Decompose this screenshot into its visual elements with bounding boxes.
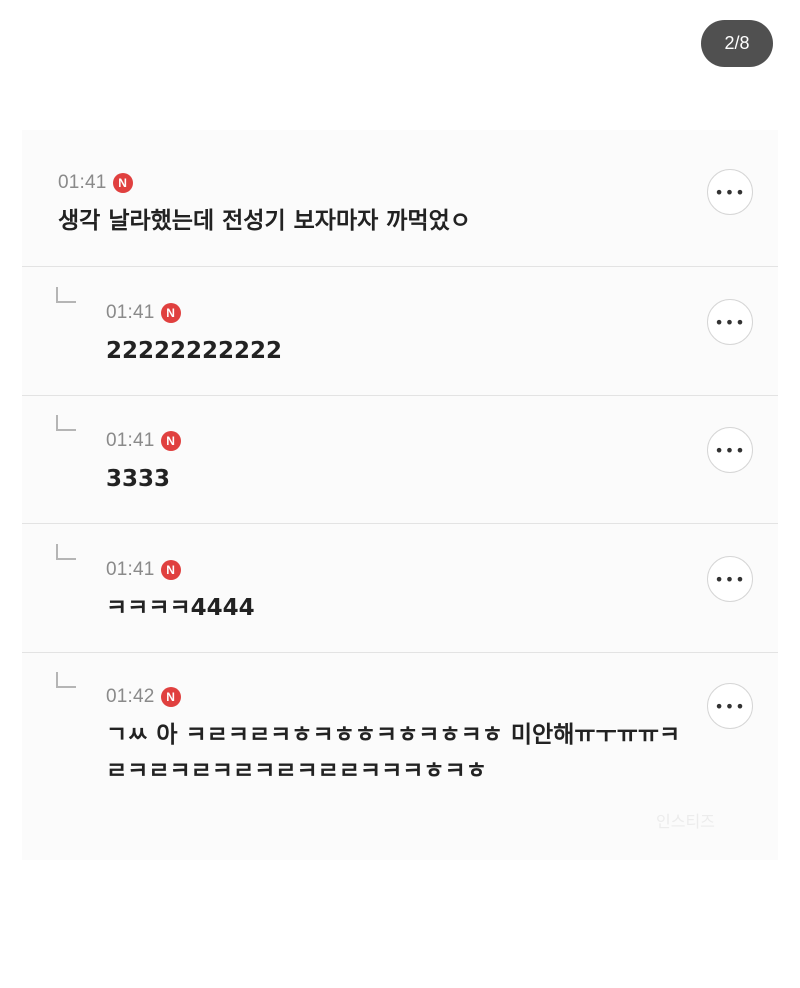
reply-arrow-icon xyxy=(56,544,76,560)
comment-time: 01:41 xyxy=(106,302,155,323)
comment-item: 01:41 N 생각 날라했는데 전성기 보자마자 까먹었ㅇ ••• xyxy=(22,130,778,267)
more-options-button[interactable]: ••• xyxy=(707,299,753,345)
new-badge-icon: N xyxy=(160,303,181,323)
reply-arrow-icon xyxy=(56,672,76,688)
comment-text: ㅋㅋㅋㅋ4444 xyxy=(106,595,255,621)
more-options-button[interactable]: ••• xyxy=(707,556,753,602)
new-badge-icon: N xyxy=(160,560,181,580)
comment-time: 01:42 xyxy=(106,686,155,707)
more-options-button[interactable]: ••• xyxy=(707,427,753,473)
comment-meta: 01:41 N xyxy=(106,300,181,326)
new-badge-icon: N xyxy=(112,173,133,193)
comment-text: 생각 날라했는데 전성기 보자마자 까먹었ㅇ xyxy=(58,208,471,234)
comment-text: ㄱㅆ 아 ㅋㄹㅋㄹㅋㅎㅋㅎㅎㅋㅎㅋㅎㅋㅎ 미안해ㅠㅜㅠㅠㅋㄹㅋㄹㅋㄹㅋㄹㅋㄹㅋㄹ… xyxy=(106,722,681,784)
comment-text: 3333 xyxy=(106,466,171,492)
reply-arrow-icon xyxy=(56,415,76,431)
page-counter: 2/8 xyxy=(701,20,773,67)
reply-item: 01:41 N ㅋㅋㅋㅋ4444 ••• xyxy=(22,524,778,653)
comment-time: 01:41 xyxy=(106,559,155,580)
comment-meta: 01:42 N xyxy=(106,684,181,710)
comment-meta: 01:41 N xyxy=(106,557,181,583)
comment-time: 01:41 xyxy=(106,430,155,451)
new-badge-icon: N xyxy=(160,687,181,707)
more-options-button[interactable]: ••• xyxy=(707,169,753,215)
comment-meta: 01:41 N xyxy=(58,170,133,196)
reply-item: 01:41 N 22222222222 ••• xyxy=(22,267,778,396)
reply-arrow-icon xyxy=(56,287,76,303)
comment-meta: 01:41 N xyxy=(106,428,181,454)
watermark: 인스티즈 xyxy=(656,812,715,831)
new-badge-icon: N xyxy=(160,431,181,451)
comment-text: 22222222222 xyxy=(106,338,283,364)
comment-time: 01:41 xyxy=(58,172,107,193)
more-options-button[interactable]: ••• xyxy=(707,683,753,729)
comment-list: 01:41 N 생각 날라했는데 전성기 보자마자 까먹었ㅇ ••• 01:41… xyxy=(22,130,778,860)
reply-item: 01:41 N 3333 ••• xyxy=(22,396,778,524)
